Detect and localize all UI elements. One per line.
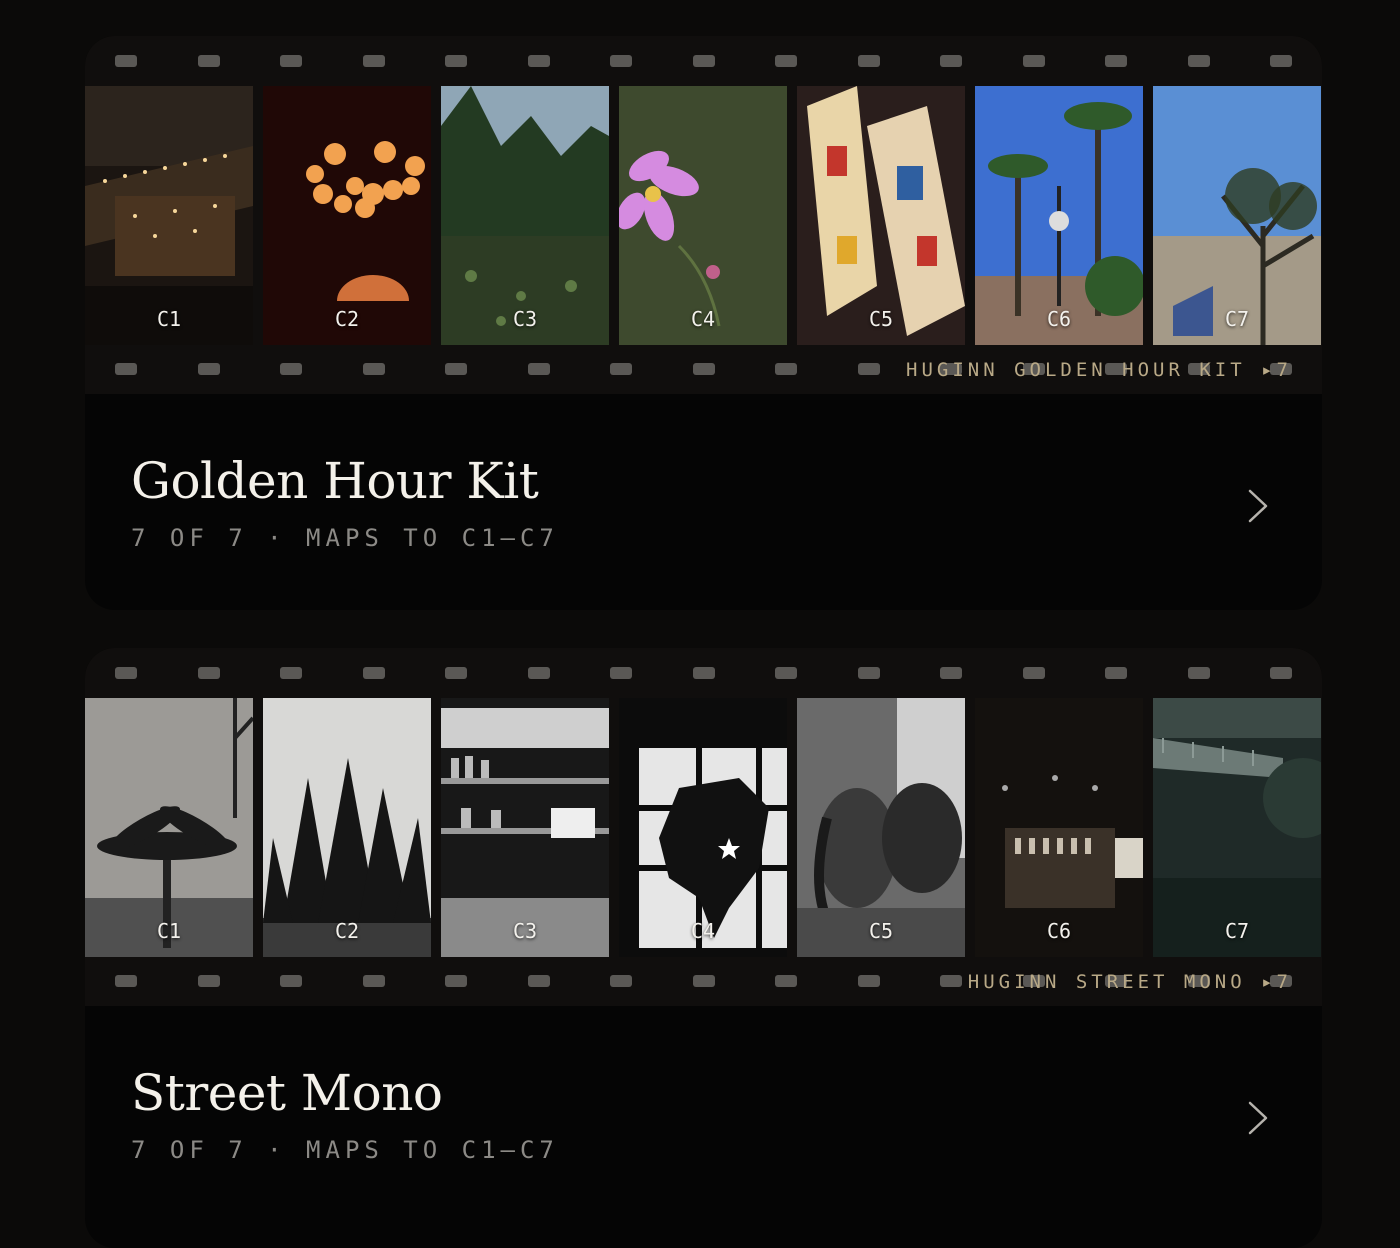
chevron-right-icon[interactable] [1242,488,1272,524]
frame-label: C5 [868,919,894,943]
sprocket-hole [197,667,220,679]
film-frame: C7 [1153,86,1321,345]
film-frame: C1 [85,86,253,345]
sprocket-hole [692,363,715,375]
kit-card-street-mono[interactable]: C1 C2 C3 C4 C5 C6 C7 HUGINN STREET MONO … [85,648,1322,1248]
sprocket-hole [115,975,137,987]
sprocket-hole [1187,55,1210,67]
sprocket-hole [362,363,385,375]
frame-label: C6 [1046,307,1072,331]
sprocket-hole [775,975,797,987]
film-frame: C7 [1153,698,1321,957]
kit-info: Golden Hour Kit 7 OF 7 · MAPS TO C1—C7 [85,394,1322,610]
kit-card-golden-hour[interactable]: C1 C2 C3 C4 C5 C6 C7 HUGINN GOLDEN HOUR … [85,36,1322,610]
frame-label: C3 [512,307,538,331]
frame-label: C5 [868,307,894,331]
sprocket-hole [1022,667,1045,679]
film-frame: C6 [975,698,1143,957]
sprocket-hole [527,975,550,987]
sprocket-hole [280,363,302,375]
sprocket-hole [940,55,962,67]
sprocket-holes-top [85,667,1322,679]
sprocket-hole [115,55,137,67]
chevron-right-icon[interactable] [1242,1100,1272,1136]
frame-label: C1 [156,919,182,943]
film-frame: C4 [619,86,787,345]
frame-label: C7 [1224,307,1250,331]
film-frame: C2 [263,698,431,957]
sprocket-hole [692,667,715,679]
frame-label: C1 [156,307,182,331]
sprocket-hole [445,55,467,67]
frame-label: C7 [1224,919,1250,943]
frame-label: C4 [690,307,716,331]
sprocket-hole [280,667,302,679]
sprocket-hole [857,55,880,67]
sprocket-hole [115,363,137,375]
kit-info: Street Mono 7 OF 7 · MAPS TO C1—C7 [85,1006,1322,1246]
kit-subtitle: 7 OF 7 · MAPS TO C1—C7 [131,1136,559,1164]
sprocket-hole [445,975,467,987]
film-frame: C2 [263,86,431,345]
sprocket-hole [445,667,467,679]
frame-label: C3 [512,919,538,943]
sprocket-hole [1022,55,1045,67]
sprocket-hole [527,667,550,679]
sprocket-hole [115,667,137,679]
sprocket-hole [857,667,880,679]
sprocket-hole [362,55,385,67]
sprocket-hole [1105,55,1127,67]
sprocket-hole [280,975,302,987]
sprocket-hole [775,363,797,375]
film-strip: C1 C2 [85,36,1322,394]
strip-caption: HUGINN GOLDEN HOUR KIT ▸7 [906,359,1292,381]
film-frame: C3 [441,86,609,345]
frame-label: C2 [334,307,360,331]
film-frame: C5 [797,698,965,957]
film-strip: C1 C2 [85,648,1322,1006]
frame-label: C4 [690,919,716,943]
sprocket-hole [1270,667,1292,679]
sprocket-hole [610,975,632,987]
sprocket-hole [527,363,550,375]
sprocket-hole [692,55,715,67]
film-frame: C6 [975,86,1143,345]
film-frames: C1 C2 C3 C4 C5 C6 C7 [85,698,1322,957]
sprocket-hole [280,55,302,67]
sprocket-hole [692,975,715,987]
sprocket-hole [197,975,220,987]
sprocket-hole [775,55,797,67]
sprocket-hole [445,363,467,375]
sprocket-hole [610,667,632,679]
kit-subtitle: 7 OF 7 · MAPS TO C1—C7 [131,524,559,552]
film-frame: C3 [441,698,609,957]
sprocket-hole [940,975,962,987]
kit-title: Golden Hour Kit [131,452,539,510]
film-frame: C5 [797,86,965,345]
sprocket-hole [940,667,962,679]
sprocket-hole [1105,667,1127,679]
strip-caption: HUGINN STREET MONO ▸7 [967,971,1292,993]
sprocket-hole [857,975,880,987]
frame-label: C6 [1046,919,1072,943]
sprocket-hole [1270,55,1292,67]
sprocket-hole [1187,667,1210,679]
sprocket-hole [197,55,220,67]
sprocket-hole [197,363,220,375]
sprocket-hole [610,55,632,67]
film-frame: C1 [85,698,253,957]
film-frame: C4 [619,698,787,957]
sprocket-hole [857,363,880,375]
kit-title: Street Mono [131,1064,443,1122]
frame-label: C2 [334,919,360,943]
sprocket-hole [362,975,385,987]
sprocket-hole [527,55,550,67]
film-frames: C1 C2 C3 C4 C5 C6 C7 [85,86,1322,345]
sprocket-hole [610,363,632,375]
sprocket-hole [775,667,797,679]
sprocket-holes-top [85,55,1322,67]
sprocket-hole [362,667,385,679]
